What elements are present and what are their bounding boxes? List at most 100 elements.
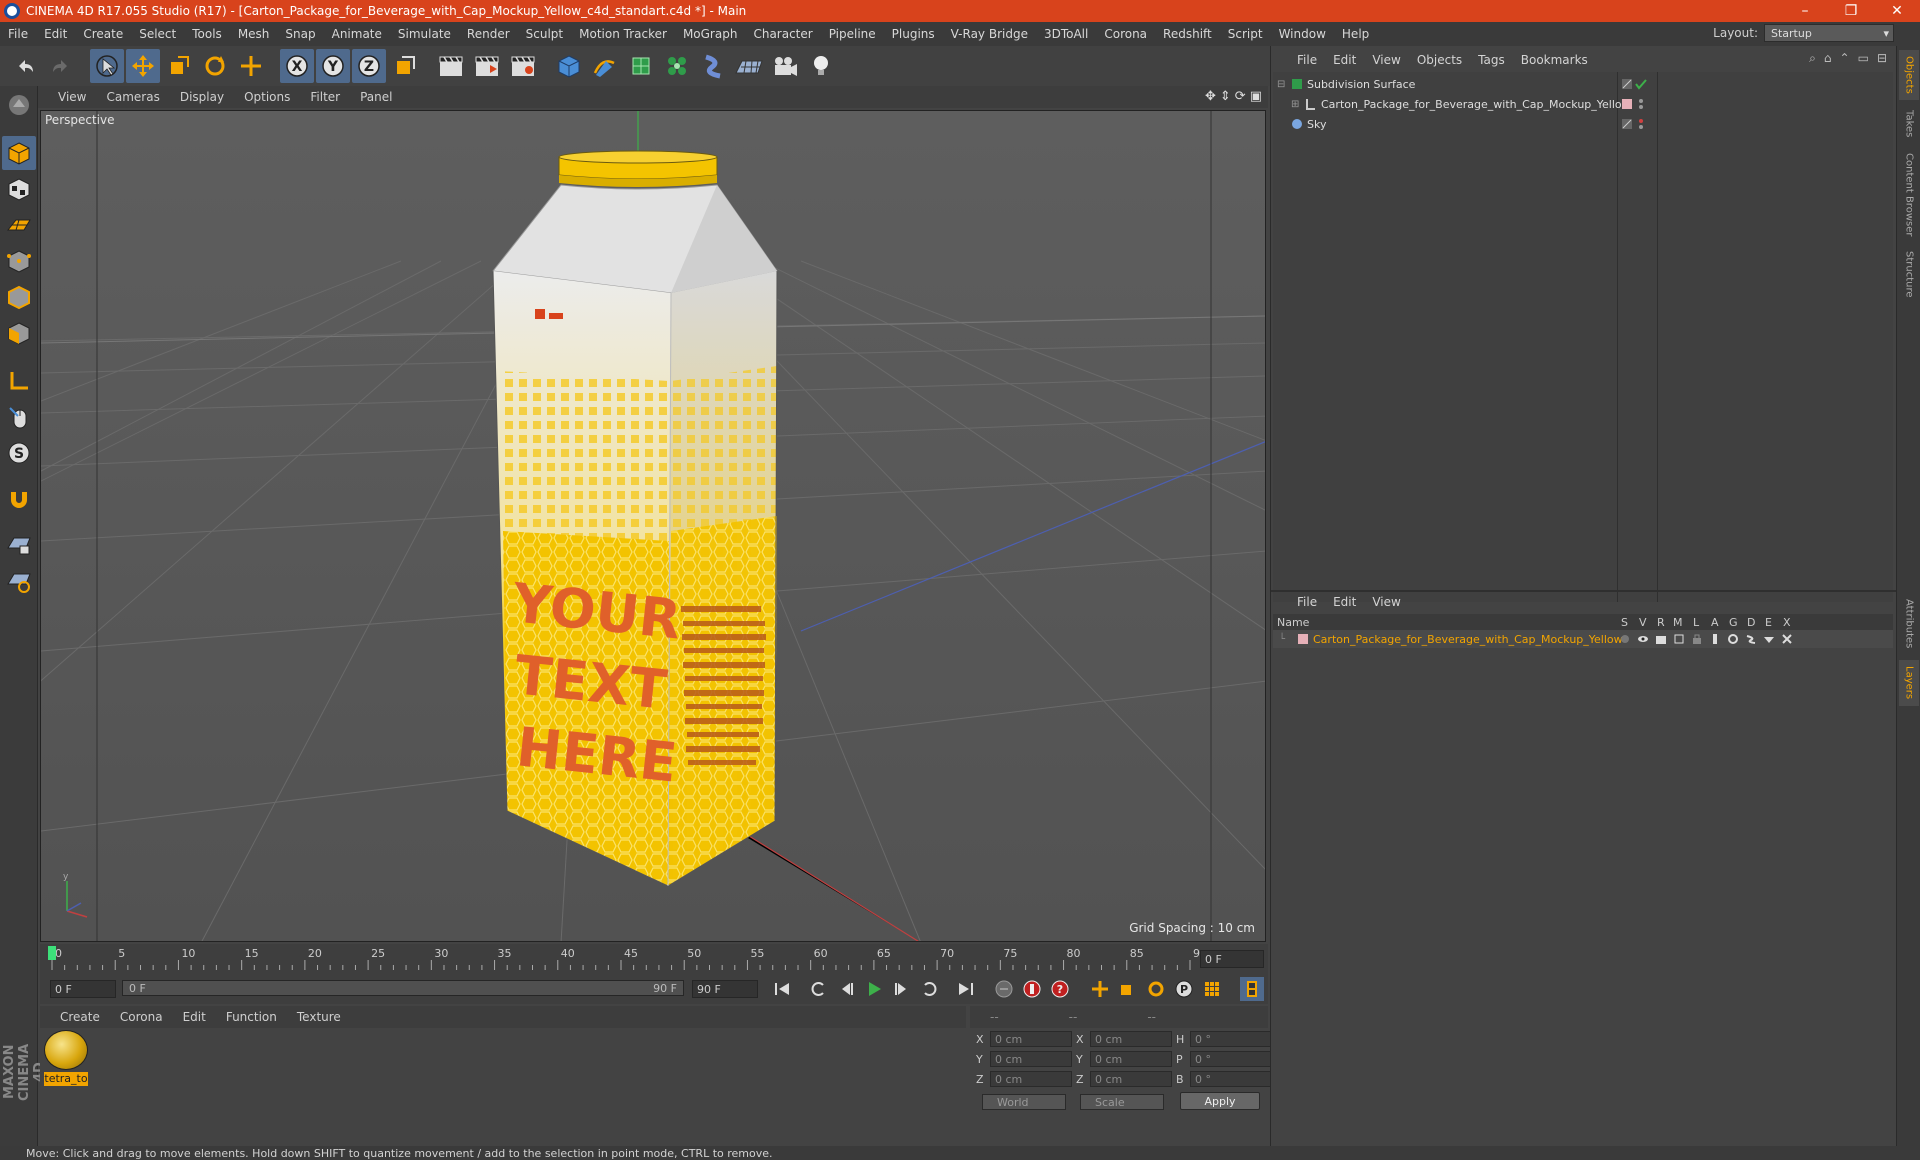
- viewport-menu-filter[interactable]: Filter: [300, 90, 350, 104]
- visibility-dots-icon[interactable]: [1635, 98, 1647, 110]
- timeline-ruler[interactable]: 0 5 10 15 20 25 30 35 40 45 50 55 60 65 70 75 80 85 90 0 F: [40, 944, 1268, 974]
- viewport-menu-panel[interactable]: Panel: [350, 90, 402, 104]
- home-icon[interactable]: ⌂: [1824, 51, 1832, 66]
- om-menu-tags[interactable]: Tags: [1470, 53, 1513, 67]
- size-y-field[interactable]: 0 cm: [1090, 1051, 1172, 1067]
- layer-deformer-icon[interactable]: [1745, 633, 1757, 645]
- material-menu-texture[interactable]: Texture: [287, 1010, 351, 1024]
- menu-plugins[interactable]: Plugins: [884, 27, 943, 41]
- tab-layers[interactable]: Layers: [1899, 660, 1919, 706]
- menu-edit[interactable]: Edit: [36, 27, 75, 41]
- size-z-field[interactable]: 0 cm: [1090, 1071, 1172, 1087]
- coordinate-system-button[interactable]: [388, 49, 422, 83]
- tab-structure[interactable]: Structure: [1899, 246, 1919, 302]
- viewport-menu-options[interactable]: Options: [234, 90, 300, 104]
- menu-animate[interactable]: Animate: [324, 27, 390, 41]
- menu-file[interactable]: File: [0, 27, 36, 41]
- live-selection-button[interactable]: [90, 49, 124, 83]
- add-cube-button[interactable]: [552, 49, 586, 83]
- viewport-menu-display[interactable]: Display: [170, 90, 234, 104]
- collapse-toggle-icon[interactable]: ⊟: [1277, 79, 1285, 90]
- menu-help[interactable]: Help: [1334, 27, 1377, 41]
- add-floor-button[interactable]: [732, 49, 766, 83]
- key-position-button[interactable]: [1088, 977, 1112, 1001]
- timeline-window-button[interactable]: [1240, 977, 1264, 1001]
- om-menu-objects[interactable]: Objects: [1409, 53, 1470, 67]
- rotation-h-field[interactable]: 0 °: [1190, 1031, 1272, 1047]
- key-parameter-button[interactable]: P: [1172, 977, 1196, 1001]
- preview-range-slider[interactable]: 0 F 90 F: [122, 980, 684, 996]
- material-menu-function[interactable]: Function: [216, 1010, 287, 1024]
- add-light-button[interactable]: [804, 49, 838, 83]
- goto-start-button[interactable]: [770, 977, 794, 1001]
- menu-corona[interactable]: Corona: [1096, 27, 1155, 41]
- add-mograph-cloner-button[interactable]: [660, 49, 694, 83]
- add-deformer-button[interactable]: [696, 49, 730, 83]
- search-icon[interactable]: ⌕: [1809, 51, 1816, 66]
- y-axis-lock-button[interactable]: Y: [316, 49, 350, 83]
- z-axis-lock-button[interactable]: Z: [352, 49, 386, 83]
- end-frame-field[interactable]: 90 F: [692, 980, 758, 998]
- material-swatch[interactable]: tetra_to: [42, 1028, 92, 1090]
- menu-3dtoall[interactable]: 3DToAll: [1036, 27, 1096, 41]
- viewport-menu-view[interactable]: View: [48, 90, 96, 104]
- menu-vray-bridge[interactable]: V-Ray Bridge: [943, 27, 1036, 41]
- maximize-button[interactable]: ❐: [1828, 0, 1874, 22]
- planar-workplane-button[interactable]: [2, 564, 36, 598]
- x-axis-lock-button[interactable]: X: [280, 49, 314, 83]
- lock-workplane-button[interactable]: [2, 528, 36, 562]
- move-tool-button[interactable]: [126, 49, 160, 83]
- autokey-button[interactable]: ?: [1048, 977, 1072, 1001]
- coordinate-space-dropdown[interactable]: World: [982, 1094, 1066, 1110]
- render-view-button[interactable]: [434, 49, 468, 83]
- recent-tool-button[interactable]: [234, 49, 268, 83]
- editor-visibility-icon[interactable]: [1621, 118, 1633, 130]
- tab-content-browser[interactable]: Content Browser: [1899, 146, 1919, 244]
- menu-snap[interactable]: Snap: [277, 27, 323, 41]
- next-frame-button[interactable]: [890, 977, 914, 1001]
- add-camera-button[interactable]: [768, 49, 802, 83]
- menu-mograph[interactable]: MoGraph: [675, 27, 746, 41]
- layer-view-eye-icon[interactable]: [1637, 633, 1649, 645]
- apply-button[interactable]: Apply: [1180, 1092, 1260, 1110]
- render-to-picture-viewer-button[interactable]: [470, 49, 504, 83]
- layer-expression-icon[interactable]: [1763, 633, 1775, 645]
- goto-end-button[interactable]: [954, 977, 978, 1001]
- up-icon[interactable]: ⌃: [1840, 51, 1850, 66]
- motion-record-button[interactable]: [992, 977, 1016, 1001]
- snap-button[interactable]: S: [2, 436, 36, 470]
- material-menu-edit[interactable]: Edit: [173, 1010, 216, 1024]
- prev-key-button[interactable]: [806, 977, 830, 1001]
- menu-character[interactable]: Character: [745, 27, 820, 41]
- layer-render-icon[interactable]: [1655, 633, 1667, 645]
- menu-script[interactable]: Script: [1220, 27, 1271, 41]
- redo-button[interactable]: [44, 49, 78, 83]
- size-x-field[interactable]: 0 cm: [1090, 1031, 1172, 1047]
- close-button[interactable]: ✕: [1874, 0, 1920, 22]
- expand-panel-icon[interactable]: ⊟: [1877, 51, 1887, 66]
- menu-pipeline[interactable]: Pipeline: [821, 27, 884, 41]
- add-subdivision-button[interactable]: [624, 49, 658, 83]
- lm-menu-view[interactable]: View: [1364, 595, 1408, 609]
- layout-dropdown[interactable]: Startup ▾: [1764, 24, 1894, 42]
- rotation-b-field[interactable]: 0 °: [1190, 1071, 1272, 1087]
- layer-generator-icon[interactable]: [1727, 633, 1739, 645]
- enabled-check-icon[interactable]: [1635, 78, 1647, 90]
- layer-manager-icon[interactable]: [1673, 633, 1685, 645]
- polygons-mode-button[interactable]: [2, 316, 36, 350]
- pan-view-icon[interactable]: ✥: [1205, 89, 1216, 104]
- model-mode-button[interactable]: [2, 136, 36, 170]
- magnet-button[interactable]: [2, 482, 36, 516]
- menu-motion-tracker[interactable]: Motion Tracker: [571, 27, 675, 41]
- scale-tool-button[interactable]: [162, 49, 196, 83]
- rotation-p-field[interactable]: 0 °: [1190, 1051, 1272, 1067]
- layer-xref-icon[interactable]: [1781, 633, 1793, 645]
- menu-select[interactable]: Select: [131, 27, 184, 41]
- dolly-view-icon[interactable]: ⇕: [1220, 89, 1231, 104]
- layer-color-swatch-icon[interactable]: [1297, 633, 1309, 645]
- minimize-button[interactable]: –: [1782, 0, 1828, 22]
- material-menu-create[interactable]: Create: [50, 1010, 110, 1024]
- layer-lock-icon[interactable]: [1691, 633, 1703, 645]
- position-x-field[interactable]: 0 cm: [990, 1031, 1072, 1047]
- object-row-sky[interactable]: Sky: [1273, 114, 1893, 134]
